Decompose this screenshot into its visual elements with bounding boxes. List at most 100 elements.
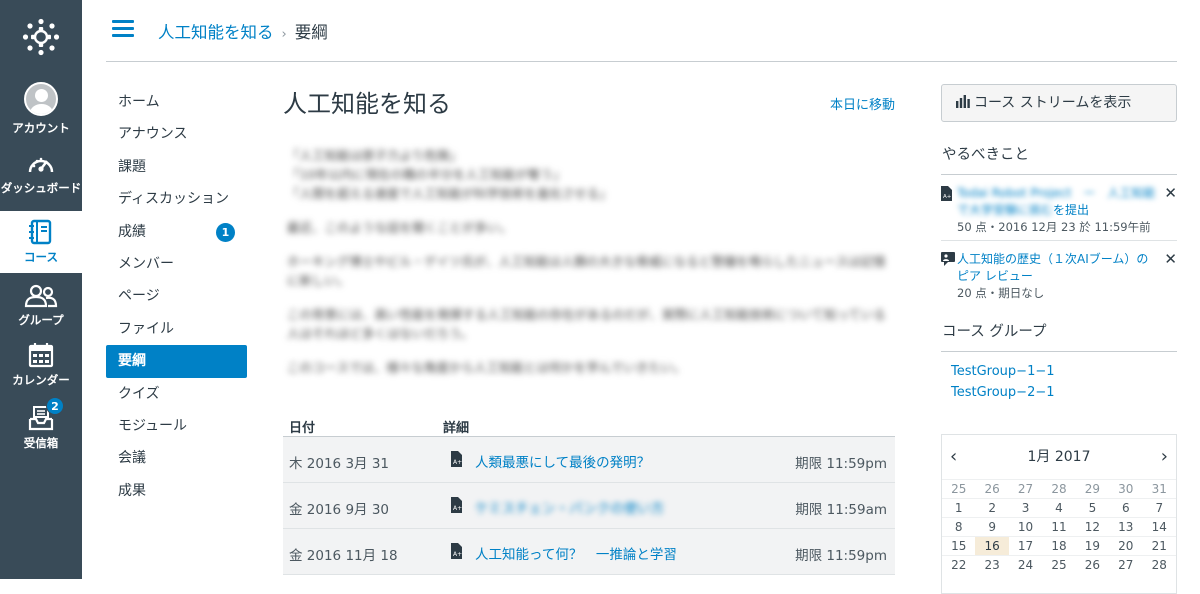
course-nav-outcomes[interactable]: 成果: [106, 475, 247, 507]
global-nav-inbox[interactable]: 2 受信箱: [0, 397, 82, 461]
hamburger-menu-icon[interactable]: [112, 20, 134, 38]
calendar-day[interactable]: 14: [1142, 517, 1176, 537]
assignment-link[interactable]: 人類最悪にして最後の発明？: [475, 451, 650, 471]
row-date: 金 2016 11月 18: [289, 548, 398, 564]
global-nav-groups-label: グループ: [18, 313, 64, 327]
course-nav-people[interactable]: メンバー: [106, 248, 247, 280]
calendar-day[interactable]: 15: [942, 536, 976, 556]
assignment-icon: A+: [451, 497, 462, 513]
calendar-day[interactable]: 16: [975, 536, 1009, 556]
global-nav-account[interactable]: アカウント: [0, 82, 82, 142]
svg-text:A+: A+: [943, 194, 952, 200]
syllabus-paragraph: ホーキング博士やビル・ゲイツ氏が、人工知能は人類の大きな脅威になると警鐘を鳴らし…: [287, 254, 886, 288]
calendar-day[interactable]: 18: [1042, 536, 1076, 556]
calendar-day[interactable]: 4: [1042, 498, 1076, 518]
todo-meta: 20 点・期日なし: [957, 286, 1045, 300]
calendar-day[interactable]: 9: [975, 517, 1009, 537]
course-nav-files[interactable]: ファイル: [106, 313, 247, 345]
calendar-day[interactable]: 10: [1008, 517, 1043, 537]
calendar-day[interactable]: 24: [1008, 555, 1043, 574]
calendar-day[interactable]: 31: [1142, 479, 1176, 499]
calendar-grid: 25 26 27 28 29 30 31 1234567 8 9 10 11 12 13 14 15 16…: [942, 479, 1176, 574]
bar-chart-icon: [956, 95, 970, 108]
global-nav-courses[interactable]: コース: [0, 211, 82, 273]
calendar-day[interactable]: 12: [1075, 517, 1110, 537]
calendar-day[interactable]: 27: [1008, 479, 1043, 499]
calendar-day[interactable]: 11: [1042, 517, 1076, 537]
syllabus-body: 「人工知能は原子力より危険」 「10年以内に現在の職の半分を人工知能が奪う」 「…: [287, 146, 892, 377]
calendar-day[interactable]: 22: [942, 555, 976, 574]
calendar-day[interactable]: 25: [942, 479, 976, 499]
calendar-day[interactable]: 26: [1075, 555, 1110, 574]
calendar-day[interactable]: 8: [942, 517, 976, 537]
calendar-day[interactable]: 23: [975, 555, 1009, 574]
global-nav-groups[interactable]: グループ: [0, 284, 82, 340]
row-date: 金 2016 9月 30: [289, 502, 389, 518]
assignment-icon: A+: [941, 186, 952, 201]
course-nav-conferences[interactable]: 会議: [106, 442, 247, 474]
calendar-day[interactable]: 29: [1075, 479, 1110, 499]
todo-item: 人工知能の歴史（１次AIブーム）のピア レビュー 20 点・期日なし ✕: [941, 241, 1177, 306]
jump-to-today-link[interactable]: 本日に移動: [830, 94, 895, 113]
calendar-day[interactable]: 30: [1109, 479, 1143, 499]
svg-text:A+: A+: [453, 459, 462, 466]
course-nav-pages[interactable]: ページ: [106, 280, 247, 312]
breadcrumb-course-link[interactable]: 人工知能を知る: [158, 23, 274, 42]
calendar-day[interactable]: 2: [975, 498, 1009, 518]
course-nav-label: ディスカッション: [118, 191, 230, 208]
calendar-day[interactable]: 19: [1075, 536, 1110, 556]
global-nav-calendar[interactable]: カレンダー: [0, 342, 82, 398]
todo-link[interactable]: 人工知能の歴史（１次AIブーム）のピア レビュー: [957, 251, 1159, 285]
calendar-day[interactable]: 28: [1042, 479, 1076, 499]
global-nav-dashboard-label: ダッシュボード: [0, 181, 82, 195]
course-nav-home[interactable]: ホーム: [106, 86, 247, 118]
calendar-day[interactable]: 6: [1109, 498, 1143, 518]
grades-count-badge: 1: [216, 222, 235, 242]
course-nav-label: 成果: [118, 482, 146, 499]
assignment-link[interactable]: ケミスチェン・パンクの使い方: [475, 497, 664, 517]
calendar-day[interactable]: 25: [1042, 555, 1076, 574]
course-nav-label: ファイル: [118, 320, 174, 337]
course-nav-label: モジュール: [118, 417, 188, 434]
syllabus-table: 日付 詳細 木 2016 3月 31 A+ 人類最悪にして最後の発明？ 期限 1…: [283, 411, 895, 575]
calendar-next-icon[interactable]: ›: [1161, 435, 1168, 479]
row-date: 木 2016 3月 31: [289, 456, 389, 472]
syllabus-paragraph: 最近、このような話を聞くことが多い。: [287, 220, 513, 235]
global-nav-calendar-label: カレンダー: [12, 373, 70, 387]
calendar-day[interactable]: 20: [1109, 536, 1143, 556]
global-nav-dashboard[interactable]: ダッシュボード: [0, 152, 82, 208]
calendar-day[interactable]: 26: [975, 479, 1009, 499]
course-nav-announcements[interactable]: アナウンス: [106, 118, 247, 150]
calendar-day[interactable]: 27: [1109, 555, 1143, 574]
calendar-day[interactable]: 28: [1142, 555, 1176, 574]
course-nav-assignments[interactable]: 課題: [106, 151, 247, 183]
calendar-day[interactable]: 17: [1008, 536, 1043, 556]
close-icon[interactable]: ✕: [1164, 184, 1177, 202]
course-nav-quizzes[interactable]: クイズ: [106, 378, 247, 410]
calendar-day[interactable]: 13: [1109, 517, 1143, 537]
close-icon[interactable]: ✕: [1164, 250, 1177, 268]
calendar-day[interactable]: 1: [942, 498, 976, 518]
calendar-day[interactable]: 3: [1008, 498, 1043, 518]
calendar-day[interactable]: 21: [1142, 536, 1176, 556]
group-link[interactable]: TestGroup−1−1: [951, 364, 1177, 379]
calendar-day[interactable]: 7: [1142, 498, 1176, 518]
course-nav-discussions[interactable]: ディスカッション: [106, 183, 247, 215]
group-link[interactable]: TestGroup−2−1: [951, 385, 1177, 400]
todo-link[interactable]: Todai Robot Project ー 人工知能で大学受験に挑むを提出: [957, 185, 1159, 219]
view-course-stream-button[interactable]: コース ストリームを表示: [941, 84, 1177, 122]
assignment-link[interactable]: 人工知能って何？ 一推論と学習: [475, 543, 677, 563]
view-course-stream-label: コース ストリームを表示: [974, 95, 1132, 111]
course-nav-modules[interactable]: モジュール: [106, 410, 247, 442]
course-nav-label: 課題: [118, 158, 146, 175]
row-due: 期限 11:59pm: [795, 456, 887, 472]
table-row: 金 2016 9月 30 A+ ケミスチェン・パンクの使い方 期限 11:59a…: [283, 483, 895, 529]
calendar-day[interactable]: 5: [1075, 498, 1110, 518]
global-nav-courses-label: コース: [24, 250, 58, 264]
calendar-prev-icon[interactable]: ‹: [950, 435, 957, 479]
course-nav-syllabus[interactable]: 要綱: [106, 345, 247, 378]
course-nav-grades[interactable]: 成績 1: [106, 216, 247, 248]
canvas-logo-icon[interactable]: [22, 18, 60, 56]
assignment-icon: A+: [451, 451, 462, 467]
syllabus-main: 人工知能を知る 本日に移動 「人工知能は原子力より危険」 「10年以内に現在の職…: [283, 84, 895, 575]
